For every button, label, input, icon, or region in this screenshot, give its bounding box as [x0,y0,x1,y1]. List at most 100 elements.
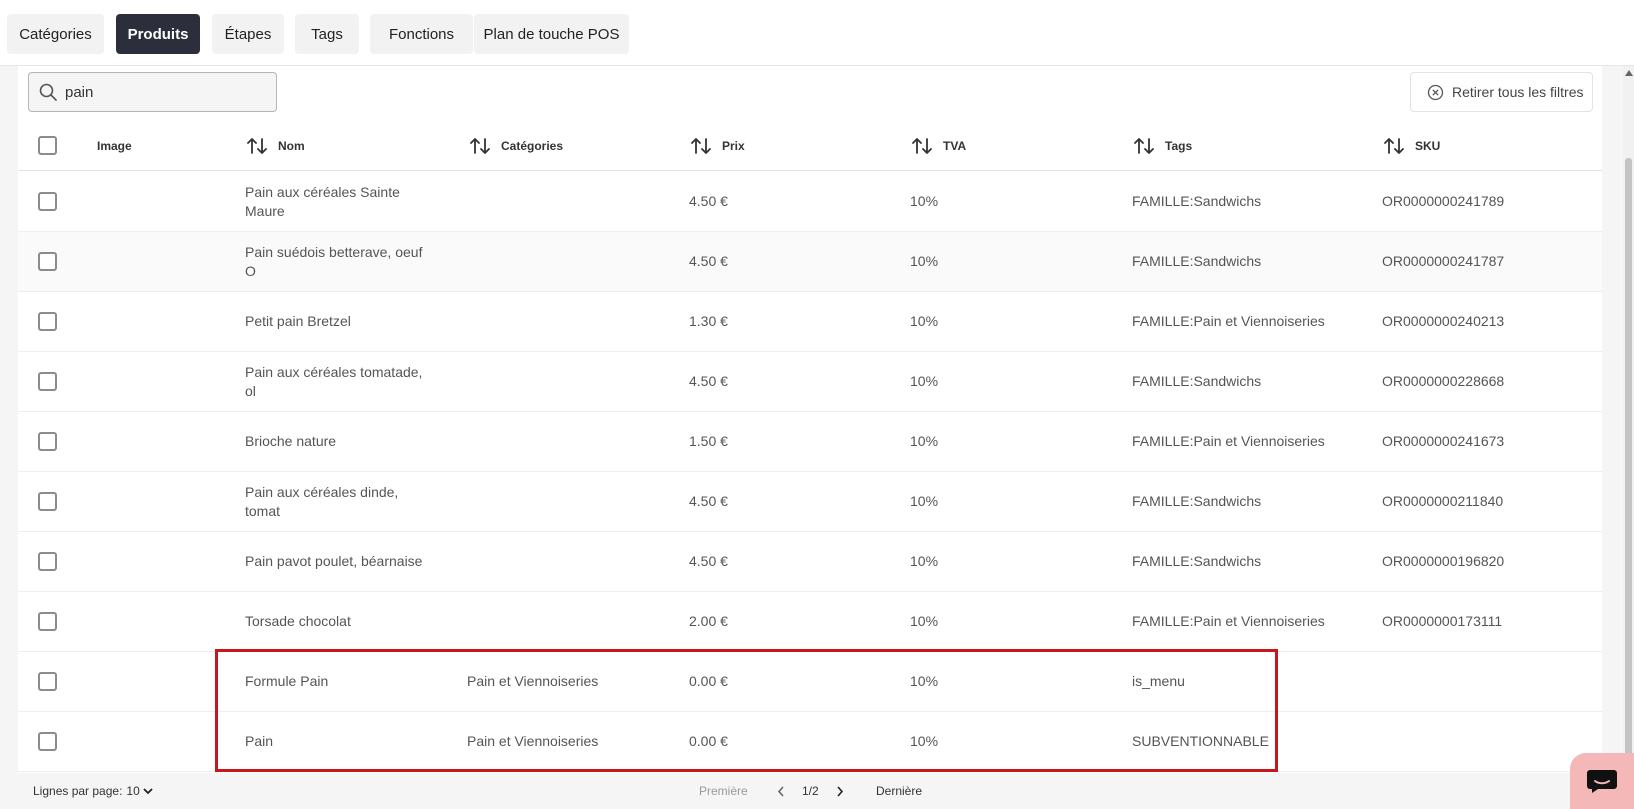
column-label-price: Prix [722,138,745,153]
row-checkbox[interactable] [38,372,57,391]
sort-icon [1384,137,1404,154]
product-price: 0.00 € [689,673,728,689]
product-price: 2.00 € [689,613,728,629]
product-sku: OR0000000241787 [1382,253,1505,269]
product-price: 1.30 € [689,313,728,329]
sort-icon [912,137,932,154]
tab-tags[interactable]: Tags [295,14,359,54]
scrollbar[interactable] [1623,66,1634,809]
row-checkbox[interactable] [38,552,57,571]
product-vat: 10% [910,553,939,569]
clear-filters-button[interactable]: Retirer tous les filtres [1410,72,1593,112]
chevron-down-icon [143,788,153,795]
table-row[interactable]: Pain aux céréales dinde, tomat 4.50 € 10… [18,472,1602,532]
table-row[interactable]: Brioche nature 1.50 € 10% FAMILLE:Pain e… [18,412,1602,472]
tab-functions[interactable]: Fonctions [370,14,473,54]
prev-page-button[interactable] [777,773,785,809]
scroll-up-arrow-icon[interactable] [1625,70,1633,76]
chat-icon [1587,770,1617,793]
table-row[interactable]: Torsade chocolat 2.00 € 10% FAMILLE:Pain… [18,592,1602,652]
row-checkbox[interactable] [38,192,57,211]
table-header: Image Nom Catégories Prix TVA Tags SKU [18,120,1602,171]
product-sku: OR0000000211840 [1382,493,1504,509]
row-checkbox[interactable] [38,672,57,691]
column-header-sku[interactable]: SKU [1383,120,1440,171]
table-row[interactable]: Pain Pain et Viennoiseries 0.00 € 10% SU… [18,712,1602,772]
row-checkbox[interactable] [38,252,57,271]
column-header-image: Image [97,120,132,171]
table-row[interactable]: Pain aux céréales Sainte Maure 4.50 € 10… [18,172,1602,232]
column-header-vat[interactable]: TVA [911,120,966,171]
search-icon [39,83,57,101]
product-vat: 10% [910,313,939,329]
product-tags: FAMILLE:Pain et Viennoiseries [1132,613,1325,629]
first-page-link[interactable]: Première [699,773,748,809]
product-sku: OR0000000241789 [1382,193,1505,209]
product-vat: 10% [910,253,939,269]
product-tags: FAMILLE:Sandwichs [1132,253,1262,269]
select-all-checkbox[interactable] [38,136,57,155]
search-input[interactable] [65,83,255,101]
scrollbar-thumb[interactable] [1625,158,1632,809]
column-label-sku: SKU [1415,138,1441,153]
product-name: Pain pavot poulet, béarnaise [245,553,423,569]
product-price: 4.50 € [689,553,728,569]
column-label-categories: Catégories [501,138,564,153]
row-checkbox[interactable] [38,312,57,331]
product-name: Petit pain Bretzel [245,313,351,329]
column-label-name: Nom [278,138,305,153]
product-tags: FAMILLE:Sandwichs [1132,493,1262,509]
table-row[interactable]: Pain suédois betterave, oeuf O 4.50 € 10… [18,232,1602,292]
column-header-categories[interactable]: Catégories [469,120,563,171]
table-row[interactable]: Formule Pain Pain et Viennoiseries 0.00 … [18,652,1602,712]
product-vat: 10% [910,433,939,449]
tab-pos-key-plan[interactable]: Plan de touche POS [474,14,629,54]
row-checkbox[interactable] [38,432,57,451]
last-page-link[interactable]: Dernière [876,773,922,809]
page-indicator: 1/2 [802,784,819,798]
chevron-left-icon [777,785,784,797]
column-label-tags: Tags [1165,138,1193,153]
row-checkbox[interactable] [38,612,57,631]
product-price: 4.50 € [689,253,728,269]
product-name: Pain suédois betterave, oeuf O [245,243,423,279]
product-tags: FAMILLE:Sandwichs [1132,553,1262,569]
column-header-price[interactable]: Prix [690,120,745,171]
row-checkbox[interactable] [38,732,57,751]
product-sku: OR0000000196820 [1382,553,1505,569]
product-name: Brioche nature [245,433,337,449]
product-vat: 10% [910,673,939,689]
product-name: Pain aux céréales dinde, tomat [245,483,399,519]
product-vat: 10% [910,493,939,509]
product-sku: OR0000000173111 [1382,613,1503,629]
row-checkbox[interactable] [38,492,57,511]
product-price: 4.50 € [689,193,728,209]
column-header-name[interactable]: Nom [246,120,305,171]
chat-support-button[interactable] [1570,753,1634,809]
product-price: 4.50 € [689,373,728,389]
product-categories: Pain et Viennoiseries [467,673,599,689]
product-categories: Pain et Viennoiseries [467,733,599,749]
product-vat: 10% [910,373,939,389]
column-header-tags[interactable]: Tags [1133,120,1192,171]
tab-steps[interactable]: Étapes [212,14,284,54]
sort-icon [1134,137,1154,154]
sort-icon [470,137,490,154]
close-circle-icon [1427,84,1444,100]
sort-icon [247,137,267,154]
product-name: Torsade chocolat [245,613,351,629]
table-row[interactable]: Pain pavot poulet, béarnaise 4.50 € 10% … [18,532,1602,592]
next-page-button[interactable] [836,773,844,809]
table-row[interactable]: Petit pain Bretzel 1.30 € 10% FAMILLE:Pa… [18,292,1602,352]
product-tags: FAMILLE:Pain et Viennoiseries [1132,313,1325,329]
rows-per-page-select[interactable]: 10 [126,784,153,798]
search-box[interactable] [28,72,277,112]
product-vat: 10% [910,613,939,629]
tab-categories[interactable]: Catégories [7,14,104,54]
sort-icon [691,137,711,154]
product-sku: OR0000000241673 [1382,433,1505,449]
product-tags: SUBVENTIONNABLE [1132,733,1269,749]
pagination-bar: Lignes par page: 10 Première 1/2 Dernièr… [18,773,1602,809]
table-row[interactable]: Pain aux céréales tomatade, ol 4.50 € 10… [18,352,1602,412]
tab-products[interactable]: Produits [116,14,200,54]
